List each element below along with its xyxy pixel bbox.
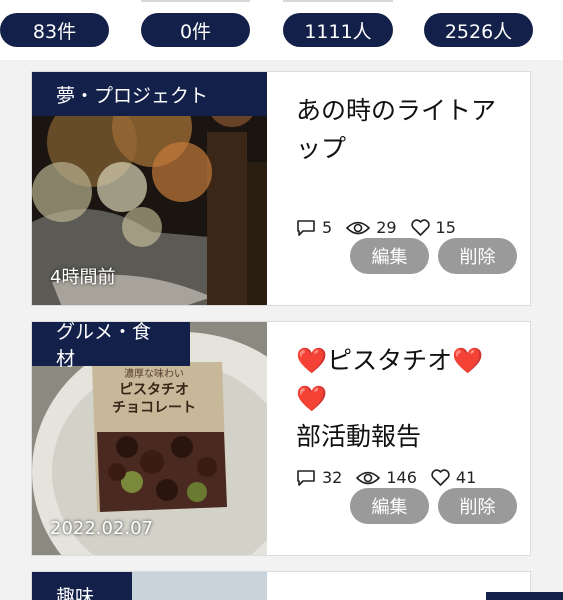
stat-value: 83件 — [32, 20, 77, 43]
post-photo[interactable]: 濃厚な味わい ピスタチオ チョコレート グルメ・食材 2022.02.07 — [32, 322, 267, 555]
post-date: 2022.02.07 — [50, 518, 154, 539]
comment-count: 32 — [322, 468, 343, 487]
post-stats: 5 29 15 — [296, 218, 470, 237]
stat-pill-drafts: 0件 — [141, 13, 250, 47]
like-count: 15 — [435, 218, 456, 237]
delete-button[interactable]: 削除 — [438, 488, 517, 524]
eye-icon — [346, 220, 371, 236]
stat-value: 2526人 — [444, 20, 513, 43]
edit-button[interactable]: 編集 — [350, 488, 429, 524]
comment-icon — [296, 219, 316, 237]
stat-pill-posts: 83件 — [0, 13, 109, 47]
post-stats: 32 146 41 — [296, 468, 490, 487]
post-title[interactable]: ❤️ピスタチオ❤️❤️ 部活動報告 — [296, 342, 511, 456]
category-label: 夢・プロジェクト — [56, 84, 209, 107]
edit-button[interactable]: 編集 — [350, 238, 429, 274]
category-tag[interactable]: グルメ・食材 — [32, 322, 190, 370]
post-card[interactable]: 趣味 — [31, 571, 531, 600]
floating-button[interactable] — [486, 592, 563, 600]
category-tag[interactable]: 趣味 — [32, 572, 132, 600]
delete-button[interactable]: 削除 — [438, 238, 517, 274]
heart-emoji: ❤️ — [296, 346, 328, 375]
eye-icon — [356, 470, 381, 486]
divider — [141, 0, 250, 2]
heart-icon[interactable] — [431, 469, 450, 486]
post-card[interactable]: 濃厚な味わい ピスタチオ チョコレート グルメ・食材 2022.02.07 ❤️… — [31, 321, 531, 556]
stat-pill-followers: 2526人 — [424, 13, 533, 47]
like-count: 41 — [455, 468, 477, 487]
comment-count: 5 — [322, 218, 333, 237]
stat-value: 0件 — [179, 20, 212, 43]
category-label: グルメ・食材 — [56, 322, 152, 370]
post-card[interactable]: 夢・プロジェクト 4時間前 あの時のライトアップ 5 29 15 編集 削除 — [31, 71, 531, 306]
post-title[interactable]: あの時のライトアップ — [296, 92, 511, 168]
heart-icon[interactable] — [410, 219, 430, 236]
stat-pill-following: 1111人 — [283, 13, 393, 47]
package-text: ピスタチオ — [119, 382, 189, 398]
category-tag[interactable]: 夢・プロジェクト — [32, 72, 267, 116]
view-count: 29 — [376, 218, 397, 237]
divider — [283, 0, 393, 2]
post-photo[interactable]: 趣味 — [32, 572, 267, 600]
view-count: 146 — [386, 468, 417, 487]
category-label: 趣味 — [56, 586, 95, 600]
comment-icon — [296, 469, 316, 487]
post-time: 4時間前 — [50, 267, 116, 288]
post-title-text: 部活動報告 — [296, 422, 422, 451]
post-title-text: ピスタチオ — [327, 346, 453, 375]
package-text: チョコレート — [112, 400, 196, 416]
post-photo[interactable]: 夢・プロジェクト 4時間前 — [32, 72, 267, 305]
stats-bar: 83件 0件 1111人 2526人 — [0, 0, 563, 60]
stat-value: 1111人 — [304, 20, 372, 43]
